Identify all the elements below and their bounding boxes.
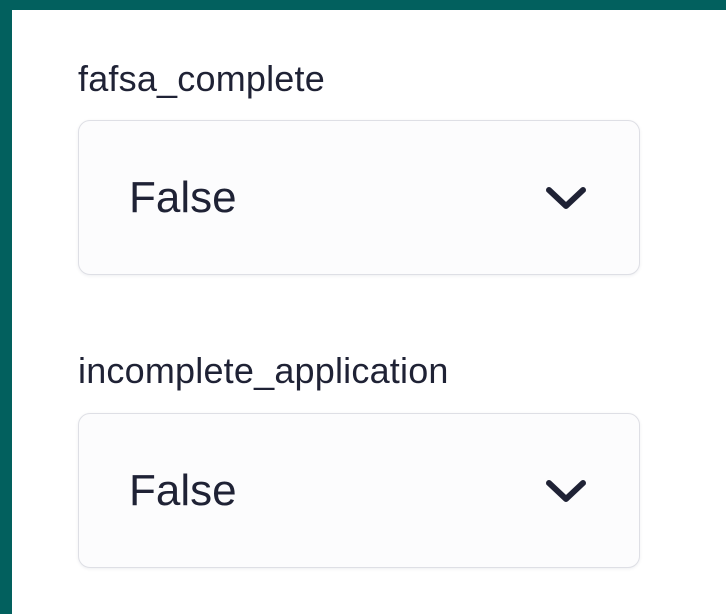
fafsa-complete-select[interactable]: False [78, 120, 640, 275]
chevron-down-icon [546, 479, 586, 502]
filter-panel: fafsa_complete False incomplete_applicat… [12, 10, 726, 614]
chevron-down-icon [546, 186, 586, 209]
incomplete-application-selected-value: False [129, 465, 237, 515]
incomplete-application-select[interactable]: False [78, 413, 640, 568]
incomplete-application-label: incomplete_application [78, 350, 449, 391]
fafsa-complete-selected-value: False [129, 172, 237, 222]
fafsa-complete-label: fafsa_complete [78, 58, 325, 99]
